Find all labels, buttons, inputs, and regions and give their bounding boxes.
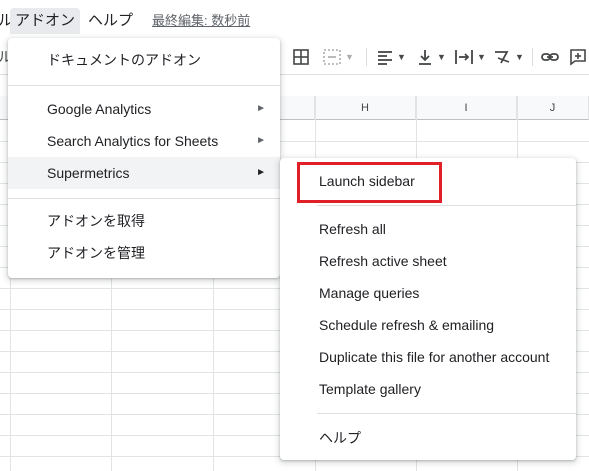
submenu-arrow-icon: ► [256, 103, 266, 114]
borders-icon[interactable] [292, 46, 310, 68]
highlight-annotation-box [297, 162, 442, 203]
text-rotation-icon[interactable]: ▼ [492, 46, 524, 68]
addons-menu: ドキュメントのアドオン Google Analytics ► Search An… [8, 38, 280, 278]
menu-divider [8, 198, 280, 199]
submenu-arrow-icon: ► [256, 135, 266, 146]
menu-divider [317, 413, 576, 414]
menu-item-manage-queries[interactable]: Manage queries [280, 277, 576, 309]
menu-item-refresh-active-sheet[interactable]: Refresh active sheet [280, 245, 576, 277]
menu-item-get-addons[interactable]: アドオンを取得 [8, 205, 280, 237]
menu-divider [317, 205, 576, 206]
last-edit-link[interactable]: 最終編集: 数秒前 [148, 8, 254, 34]
menu-item-refresh-all[interactable]: Refresh all [280, 213, 576, 245]
menu-item-search-analytics[interactable]: Search Analytics for Sheets ► [8, 125, 280, 157]
menu-item-help[interactable]: ヘルプ [280, 422, 576, 454]
menu-item-duplicate-file[interactable]: Duplicate this file for another account [280, 341, 576, 373]
align-left-icon[interactable]: ▼ [376, 46, 406, 68]
menu-help[interactable]: ヘルプ [84, 8, 137, 34]
vertical-align-icon[interactable]: ▼ [416, 46, 446, 68]
column-header-h[interactable]: H [315, 96, 416, 120]
submenu-arrow-icon: ► [256, 167, 266, 178]
comment-icon[interactable] [569, 46, 587, 68]
column-header-i[interactable]: I [416, 96, 517, 120]
menu-item-template-gallery[interactable]: Template gallery [280, 373, 576, 405]
link-icon[interactable] [540, 46, 560, 68]
menu-item-supermetrics[interactable]: Supermetrics ► [8, 157, 280, 189]
menu-addons[interactable]: アドオン [10, 8, 81, 34]
menu-item-schedule-refresh[interactable]: Schedule refresh & emailing [280, 309, 576, 341]
menu-item-manage-addons[interactable]: アドオンを管理 [8, 237, 280, 269]
menu-item-docs-addons[interactable]: ドキュメントのアドオン [8, 44, 280, 76]
menu-item-google-analytics[interactable]: Google Analytics ► [8, 93, 280, 125]
column-header-j[interactable]: J [517, 96, 589, 120]
menu-divider [8, 85, 280, 86]
text-wrap-icon[interactable]: ▼ [454, 46, 486, 68]
merge-cells-icon[interactable]: ▼ [322, 46, 354, 68]
menubar: ル アドオン ヘルプ 最終編集: 数秒前 [0, 0, 589, 40]
supermetrics-submenu: Launch sidebar Refresh all Refresh activ… [280, 158, 576, 460]
